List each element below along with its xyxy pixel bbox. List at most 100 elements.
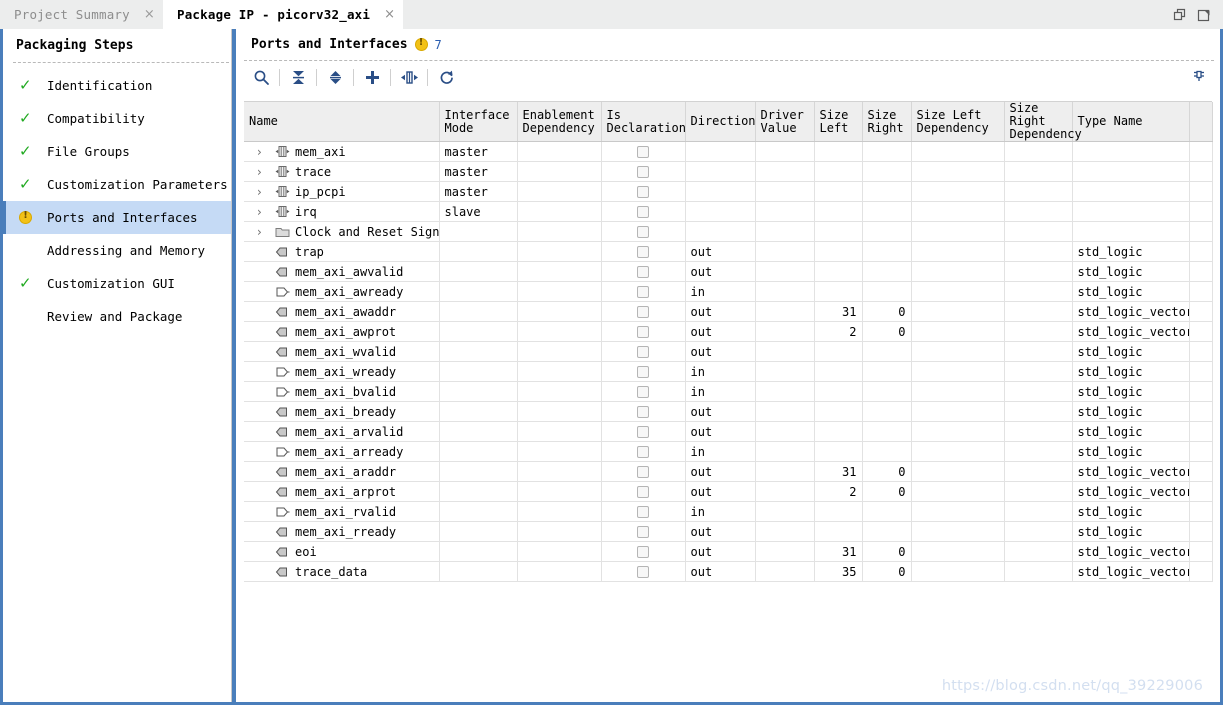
cell-size-right[interactable] (862, 441, 912, 462)
cell-driver-value[interactable] (755, 421, 815, 442)
cell-is-declaration[interactable] (601, 261, 686, 282)
cell-name[interactable]: mem_axi_wready (244, 361, 440, 382)
cell-size-right-dependency[interactable] (1004, 361, 1073, 382)
cell-size-right-dependency[interactable] (1004, 181, 1073, 202)
cell-name[interactable]: mem_axi_arready (244, 441, 440, 462)
table-row[interactable]: eoi out 31 0 std_logic_vector (244, 541, 1213, 562)
column-header-size-right-dependency[interactable]: Size Right Dependency (1004, 102, 1082, 142)
cell-size-right-dependency[interactable] (1004, 501, 1073, 522)
cell-is-declaration[interactable] (601, 501, 686, 522)
cell-driver-value[interactable] (755, 561, 815, 582)
cell-name[interactable]: mem_axi_awready (244, 281, 440, 302)
float-window-icon[interactable] (1197, 8, 1211, 22)
cell-interface-mode[interactable]: master (439, 161, 518, 182)
cell-type-name[interactable]: std_logic_vector (1072, 321, 1190, 342)
cell-enablement-dependency[interactable] (517, 441, 602, 462)
cell-interface-mode[interactable]: master (439, 141, 518, 162)
cell-type-name[interactable]: std_logic_vector (1072, 461, 1190, 482)
cell-direction[interactable] (685, 161, 756, 182)
cell-direction[interactable] (685, 141, 756, 162)
cell-size-right[interactable]: 0 (862, 461, 912, 482)
cell-size-right[interactable] (862, 421, 912, 442)
cell-type-name[interactable]: std_logic (1072, 361, 1190, 382)
table-row[interactable]: › Clock and Reset Signals (244, 221, 1213, 242)
table-row[interactable]: mem_axi_awready in std_logic (244, 281, 1213, 302)
is-declaration-checkbox[interactable] (637, 305, 649, 318)
is-declaration-checkbox[interactable] (637, 425, 649, 438)
cell-size-left[interactable] (814, 521, 863, 542)
cell-enablement-dependency[interactable] (517, 461, 602, 482)
cell-is-declaration[interactable] (601, 321, 686, 342)
is-declaration-checkbox[interactable] (637, 545, 649, 558)
sidebar-item-customization-gui[interactable]: ✓ Customization GUI (3, 267, 231, 300)
cell-direction[interactable]: in (685, 441, 756, 462)
cell-interface-mode[interactable] (439, 441, 518, 462)
cell-enablement-dependency[interactable] (517, 301, 602, 322)
cell-enablement-dependency[interactable] (517, 341, 602, 362)
cell-is-declaration[interactable] (601, 461, 686, 482)
cell-enablement-dependency[interactable] (517, 241, 602, 262)
search-icon[interactable] (244, 64, 278, 90)
column-header-driver-value[interactable]: Driver Value (755, 102, 815, 142)
cell-size-right[interactable]: 0 (862, 541, 912, 562)
cell-size-right[interactable]: 0 (862, 481, 912, 502)
cell-driver-value[interactable] (755, 141, 815, 162)
cell-size-left[interactable]: 31 (814, 301, 863, 322)
cell-enablement-dependency[interactable] (517, 221, 602, 242)
cell-size-right[interactable] (862, 141, 912, 162)
cell-size-left-dependency[interactable] (911, 241, 1005, 262)
cell-interface-mode[interactable] (439, 481, 518, 502)
cell-size-left-dependency[interactable] (911, 561, 1005, 582)
cell-name[interactable]: trace_data (244, 561, 440, 582)
cell-name[interactable]: mem_axi_rready (244, 521, 440, 542)
cell-size-left[interactable] (814, 441, 863, 462)
cell-type-name[interactable]: std_logic (1072, 341, 1190, 362)
cell-interface-mode[interactable] (439, 341, 518, 362)
cell-type-name[interactable]: std_logic (1072, 521, 1190, 542)
cell-enablement-dependency[interactable] (517, 201, 602, 222)
column-header-name[interactable]: Name (244, 102, 440, 142)
cell-enablement-dependency[interactable] (517, 161, 602, 182)
cell-is-declaration[interactable] (601, 281, 686, 302)
restore-window-icon[interactable] (1173, 8, 1187, 22)
cell-size-right[interactable] (862, 401, 912, 422)
cell-type-name[interactable]: std_logic (1072, 401, 1190, 422)
cell-type-name[interactable]: std_logic (1072, 421, 1190, 442)
is-declaration-checkbox[interactable] (637, 145, 649, 158)
cell-size-left-dependency[interactable] (911, 521, 1005, 542)
cell-direction[interactable]: out (685, 421, 756, 442)
cell-driver-value[interactable] (755, 441, 815, 462)
cell-type-name[interactable]: std_logic (1072, 501, 1190, 522)
cell-size-left-dependency[interactable] (911, 181, 1005, 202)
cell-size-left-dependency[interactable] (911, 141, 1005, 162)
table-row[interactable]: mem_axi_araddr out 31 0 std_logic_vector (244, 461, 1213, 482)
cell-size-right-dependency[interactable] (1004, 561, 1073, 582)
cell-is-declaration[interactable] (601, 301, 686, 322)
column-header-direction[interactable]: Direction (685, 102, 756, 142)
chevron-right-icon[interactable]: › (257, 166, 272, 178)
cell-size-left[interactable] (814, 341, 863, 362)
cell-size-left[interactable] (814, 281, 863, 302)
cell-enablement-dependency[interactable] (517, 321, 602, 342)
cell-driver-value[interactable] (755, 401, 815, 422)
table-row[interactable]: trap out std_logic (244, 241, 1213, 262)
cell-interface-mode[interactable] (439, 221, 518, 242)
is-declaration-checkbox[interactable] (637, 325, 649, 338)
cell-type-name[interactable]: std_logic (1072, 441, 1190, 462)
cell-type-name[interactable]: std_logic_vector (1072, 561, 1190, 582)
cell-size-left-dependency[interactable] (911, 361, 1005, 382)
column-header-enablement-dependency[interactable]: Enablement Dependency (517, 102, 602, 142)
cell-interface-mode[interactable] (439, 361, 518, 382)
cell-size-left-dependency[interactable] (911, 161, 1005, 182)
table-row[interactable]: mem_axi_wvalid out std_logic (244, 341, 1213, 362)
cell-name[interactable]: eoi (244, 541, 440, 562)
is-declaration-checkbox[interactable] (637, 285, 649, 298)
cell-enablement-dependency[interactable] (517, 361, 602, 382)
cell-size-right-dependency[interactable] (1004, 401, 1073, 422)
cell-size-right[interactable] (862, 161, 912, 182)
is-declaration-checkbox[interactable] (637, 465, 649, 478)
cell-size-left[interactable]: 35 (814, 561, 863, 582)
close-icon[interactable]: × (144, 8, 155, 21)
cell-direction[interactable]: out (685, 301, 756, 322)
cell-size-left[interactable]: 31 (814, 541, 863, 562)
